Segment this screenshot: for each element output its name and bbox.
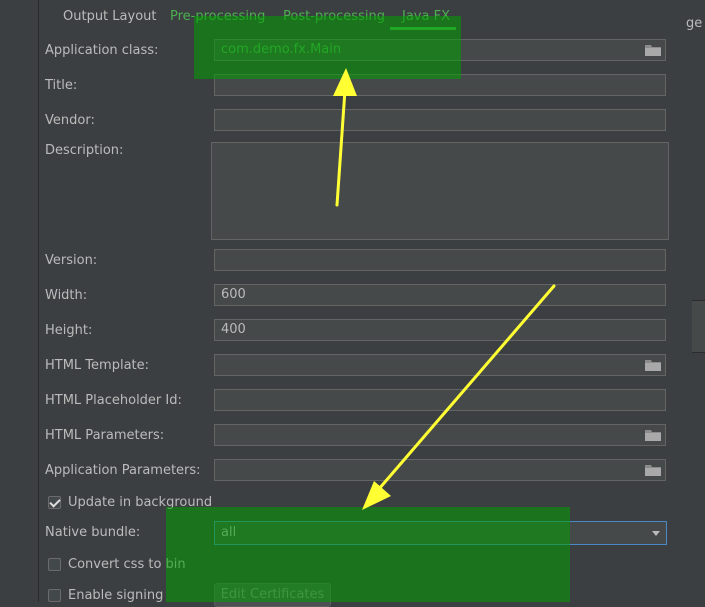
html-placeholder-id-field[interactable]	[214, 389, 666, 411]
application-parameters-field[interactable]	[214, 459, 666, 481]
vendor-field[interactable]	[214, 109, 666, 131]
tab-bar: Output Layout Pre-processing Post-proces…	[39, 0, 677, 32]
active-tab-indicator	[390, 27, 456, 30]
tab-output-layout[interactable]: Output Layout	[63, 9, 156, 24]
application-parameters-label: Application Parameters:	[45, 463, 201, 478]
right-edge-text: ge	[686, 16, 703, 31]
native-bundle-value: all	[221, 525, 237, 540]
html-parameters-field[interactable]	[214, 424, 666, 446]
html-placeholder-id-label: HTML Placeholder Id:	[45, 393, 182, 408]
application-class-field[interactable]: com.demo.fx.Main	[214, 39, 666, 61]
width-label: Width:	[45, 288, 88, 303]
width-field[interactable]: 600	[214, 284, 666, 306]
title-label: Title:	[45, 78, 78, 93]
folder-icon[interactable]	[645, 429, 661, 441]
vendor-label: Vendor:	[45, 113, 95, 128]
tab-pre-processing[interactable]: Pre-processing	[170, 9, 265, 24]
application-class-label: Application class:	[45, 43, 159, 58]
right-edge-tab-2	[692, 326, 705, 353]
height-label: Height:	[45, 323, 93, 338]
convert-css-checkbox[interactable]	[48, 558, 61, 571]
native-bundle-label: Native bundle:	[45, 525, 141, 540]
width-value: 600	[221, 287, 246, 302]
folder-icon[interactable]	[645, 44, 661, 56]
version-field[interactable]	[214, 249, 666, 271]
tab-java-fx[interactable]: Java FX	[402, 9, 450, 24]
left-gutter	[0, 0, 39, 602]
update-in-background-checkbox[interactable]	[48, 496, 61, 509]
title-field[interactable]	[214, 74, 666, 96]
right-edge-panel: ge	[677, 0, 705, 602]
height-value: 400	[221, 322, 246, 337]
height-field[interactable]: 400	[214, 319, 666, 341]
update-in-background-label: Update in background	[68, 495, 213, 510]
version-label: Version:	[45, 253, 98, 268]
application-class-value: com.demo.fx.Main	[221, 42, 342, 57]
edit-certificates-button[interactable]: Edit Certificates	[214, 583, 331, 607]
chevron-down-icon[interactable]	[652, 531, 660, 536]
javafx-settings-panel: Output Layout Pre-processing Post-proces…	[39, 0, 677, 607]
convert-css-label: Convert css to bin	[68, 557, 186, 572]
enable-signing-label: Enable signing	[68, 588, 164, 603]
native-bundle-select[interactable]: all	[214, 521, 667, 545]
tab-post-processing[interactable]: Post-processing	[283, 9, 385, 24]
right-edge-tab	[692, 300, 705, 328]
folder-icon[interactable]	[645, 464, 661, 476]
html-template-label: HTML Template:	[45, 358, 150, 373]
html-parameters-label: HTML Parameters:	[45, 428, 165, 443]
enable-signing-checkbox[interactable]	[48, 589, 61, 602]
folder-icon[interactable]	[645, 359, 661, 371]
html-template-field[interactable]	[214, 354, 666, 376]
description-textarea[interactable]	[211, 142, 669, 240]
description-label: Description:	[45, 143, 124, 158]
